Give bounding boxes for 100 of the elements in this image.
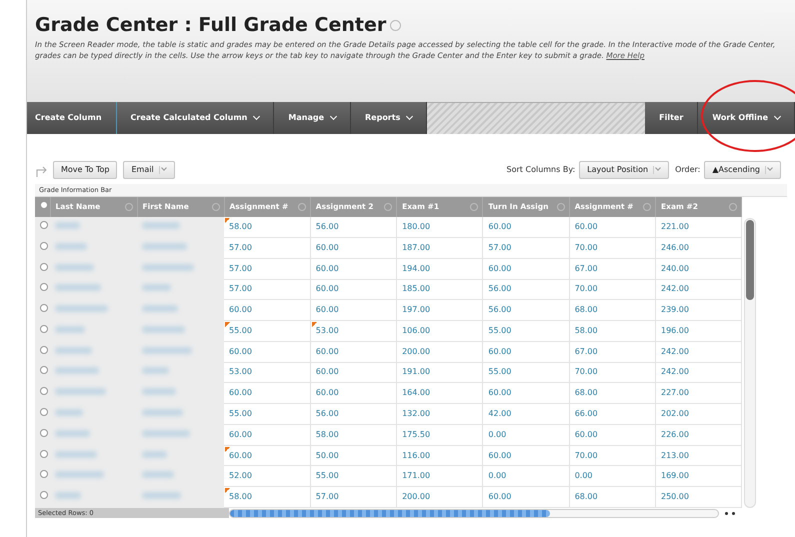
- grade-cell[interactable]: 56.00: [482, 279, 570, 300]
- grade-cell[interactable]: 221.00: [655, 216, 742, 238]
- toolbar-menu-button[interactable]: Work Offline: [698, 102, 795, 134]
- grade-cell[interactable]: 106.00: [396, 320, 483, 342]
- row-radio[interactable]: [40, 428, 48, 437]
- grade-cell[interactable]: 250.00: [655, 486, 742, 508]
- grade-cell[interactable]: 58.00: [224, 486, 310, 508]
- grade-cell[interactable]: 0.00: [482, 466, 570, 487]
- grade-cell[interactable]: 169.00: [655, 466, 742, 487]
- grade-cell[interactable]: 60.00: [310, 341, 397, 362]
- action-button[interactable]: Move To Top: [53, 161, 118, 179]
- grade-cell[interactable]: 187.00: [396, 237, 483, 258]
- grade-cell[interactable]: 55.00: [224, 320, 310, 342]
- row-radio[interactable]: [40, 408, 48, 416]
- row-radio[interactable]: [40, 221, 48, 230]
- grade-cell[interactable]: 70.00: [569, 237, 656, 258]
- grade-cell[interactable]: 180.00: [396, 216, 483, 238]
- grade-cell[interactable]: 67.00: [569, 341, 656, 362]
- grade-cell[interactable]: 53.00: [310, 320, 397, 342]
- grade-cell[interactable]: 42.00: [482, 404, 570, 424]
- grade-cell[interactable]: 200.00: [396, 341, 483, 362]
- grade-cell[interactable]: 197.00: [396, 300, 483, 321]
- options-icon[interactable]: [390, 20, 402, 32]
- grade-cell[interactable]: 60.00: [482, 258, 570, 280]
- grade-cell[interactable]: 60.00: [310, 382, 397, 404]
- grade-cell[interactable]: 56.00: [310, 404, 397, 424]
- grade-cell[interactable]: 66.00: [569, 404, 656, 424]
- grade-cell[interactable]: 60.00: [224, 341, 310, 362]
- grade-cell[interactable]: 200.00: [396, 486, 483, 508]
- grade-cell[interactable]: 67.00: [569, 258, 656, 280]
- grade-cell[interactable]: 164.00: [396, 382, 483, 404]
- grade-cell[interactable]: 60.00: [310, 300, 397, 321]
- grade-cell[interactable]: 68.00: [569, 300, 656, 321]
- order-dropdown[interactable]: ▲Ascending: [704, 161, 781, 179]
- grade-cell[interactable]: 60.00: [310, 279, 397, 300]
- grade-cell[interactable]: 60.00: [224, 382, 310, 404]
- sort-dropdown[interactable]: Layout Position: [579, 161, 670, 179]
- grade-cell[interactable]: 68.00: [569, 486, 656, 508]
- grade-cell[interactable]: 56.00: [482, 300, 570, 321]
- grade-cell[interactable]: 242.00: [655, 362, 742, 383]
- grade-cell[interactable]: 246.00: [655, 237, 742, 258]
- grade-cell[interactable]: 70.00: [569, 362, 656, 383]
- toolbar-menu-button[interactable]: Manage: [274, 102, 351, 134]
- grade-cell[interactable]: 60.00: [482, 445, 570, 466]
- row-radio[interactable]: [40, 262, 48, 271]
- grade-cell[interactable]: 213.00: [655, 445, 742, 466]
- grade-cell[interactable]: 194.00: [396, 258, 483, 280]
- grade-cell[interactable]: 60.00: [482, 341, 570, 362]
- grade-cell[interactable]: 57.00: [224, 258, 310, 280]
- grade-cell[interactable]: 60.00: [224, 300, 310, 321]
- grade-cell[interactable]: 57.00: [224, 279, 310, 300]
- grade-cell[interactable]: 60.00: [224, 445, 310, 466]
- row-radio[interactable]: [40, 242, 48, 250]
- grade-cell[interactable]: 60.00: [482, 486, 570, 508]
- row-radio[interactable]: [40, 470, 48, 478]
- scrollbar-thumb[interactable]: [230, 510, 550, 516]
- grade-cell[interactable]: 239.00: [655, 300, 742, 321]
- grade-cell[interactable]: 175.50: [396, 424, 483, 446]
- grade-cell[interactable]: 226.00: [655, 424, 742, 446]
- grade-cell[interactable]: 202.00: [655, 404, 742, 424]
- row-radio[interactable]: [40, 346, 48, 354]
- grade-cell[interactable]: 60.00: [569, 216, 656, 238]
- action-button[interactable]: Email: [123, 161, 175, 179]
- grade-cell[interactable]: 55.00: [482, 362, 570, 383]
- toolbar-menu-button[interactable]: Create Column: [27, 102, 117, 134]
- row-radio[interactable]: [40, 387, 48, 396]
- grade-cell[interactable]: 242.00: [655, 279, 742, 300]
- row-radio[interactable]: [40, 304, 48, 312]
- grade-cell[interactable]: 132.00: [396, 404, 483, 424]
- grade-cell[interactable]: 60.00: [482, 216, 570, 238]
- grade-cell[interactable]: 57.00: [310, 486, 397, 508]
- grade-cell[interactable]: 0.00: [569, 466, 656, 487]
- toolbar-menu-button[interactable]: Filter: [645, 102, 698, 134]
- grade-cell[interactable]: 55.00: [482, 320, 570, 342]
- grade-cell[interactable]: 70.00: [569, 445, 656, 466]
- grade-cell[interactable]: 68.00: [569, 382, 656, 404]
- grade-cell[interactable]: 60.00: [569, 424, 656, 446]
- grade-cell[interactable]: 60.00: [310, 258, 397, 280]
- grade-cell[interactable]: 50.00: [310, 445, 397, 466]
- grade-cell[interactable]: 57.00: [224, 237, 310, 258]
- scrollbar-thumb[interactable]: [746, 220, 754, 300]
- scroll-left-icon[interactable]: [725, 512, 728, 514]
- grade-cell[interactable]: 240.00: [655, 258, 742, 280]
- grade-cell[interactable]: 171.00: [396, 466, 483, 487]
- grade-cell[interactable]: 227.00: [655, 382, 742, 404]
- grade-cell[interactable]: 185.00: [396, 279, 483, 300]
- grade-cell[interactable]: 60.00: [310, 362, 397, 383]
- row-radio[interactable]: [40, 450, 48, 458]
- select-all-checkbox[interactable]: [40, 201, 48, 210]
- grade-cell[interactable]: 58.00: [569, 320, 656, 342]
- grade-cell[interactable]: 55.00: [310, 466, 397, 487]
- grade-cell[interactable]: 57.00: [482, 237, 570, 258]
- grade-cell[interactable]: 56.00: [310, 216, 397, 238]
- grade-cell[interactable]: 70.00: [569, 279, 656, 300]
- row-radio[interactable]: [40, 324, 48, 333]
- grade-cell[interactable]: 58.00: [224, 216, 310, 238]
- grade-cell[interactable]: 196.00: [655, 320, 742, 342]
- grade-cell[interactable]: 191.00: [396, 362, 483, 383]
- row-radio[interactable]: [40, 366, 48, 374]
- grade-cell[interactable]: 55.00: [224, 404, 310, 424]
